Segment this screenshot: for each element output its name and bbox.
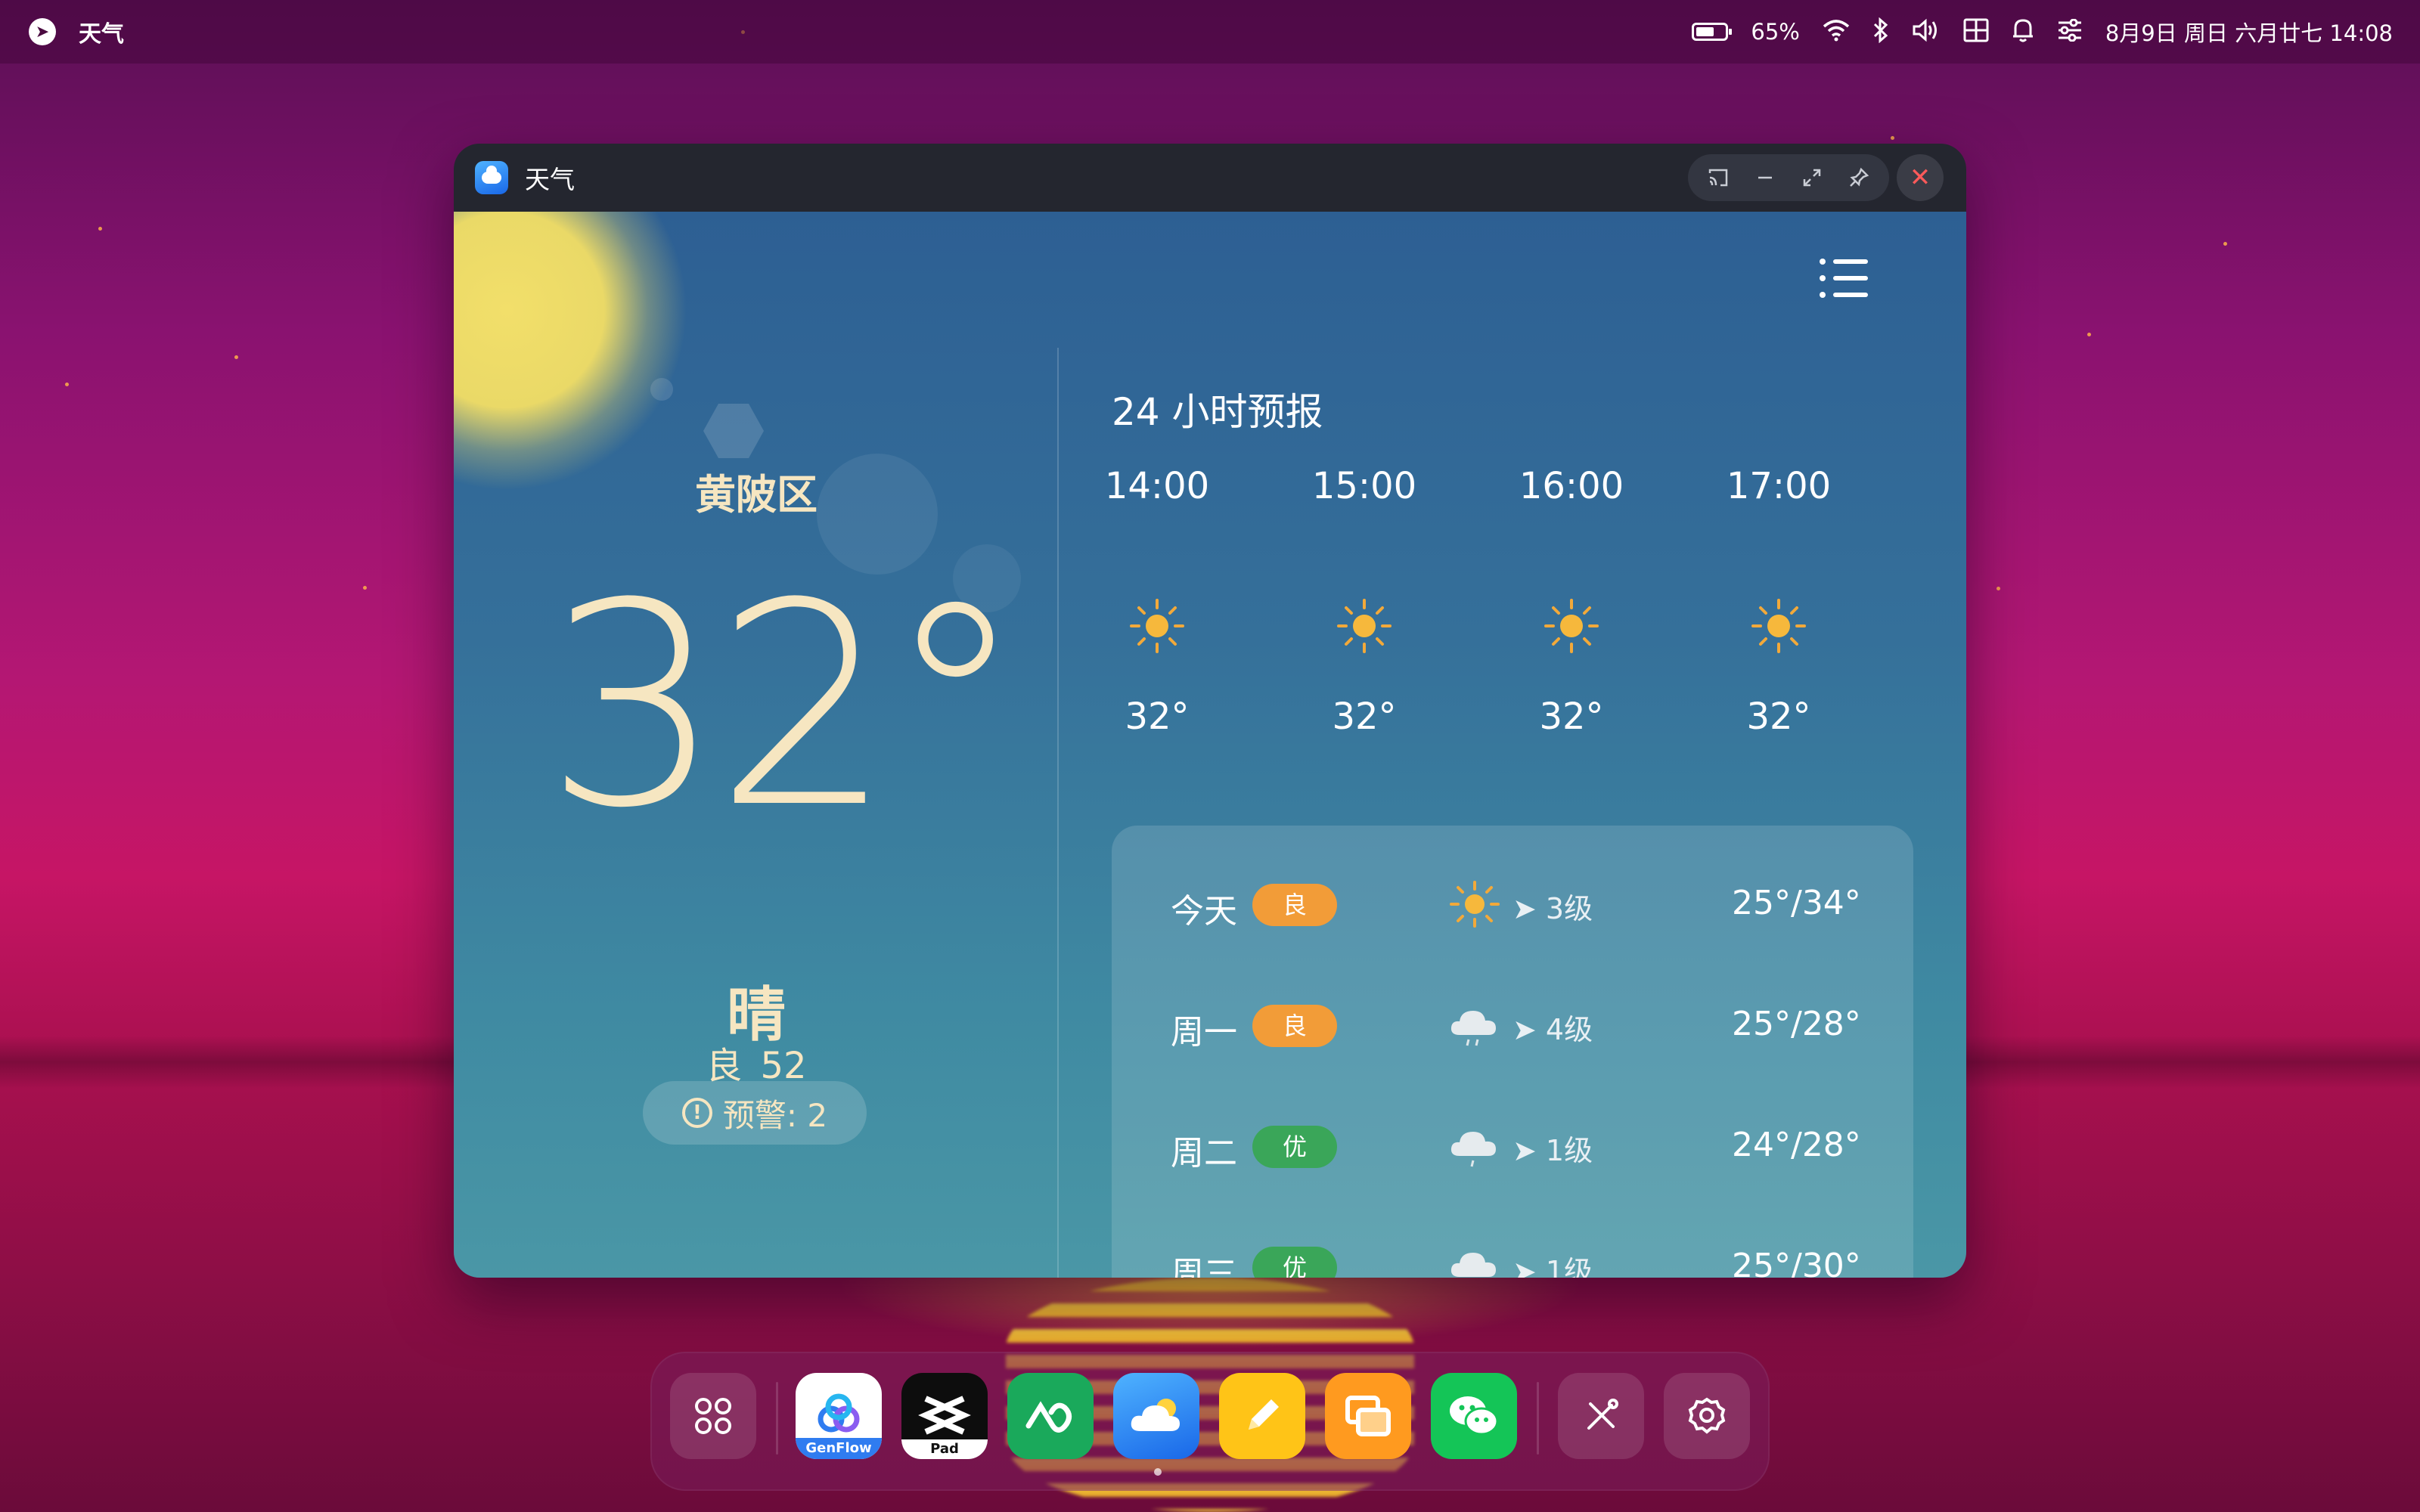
current-weather-panel: 黄陂区 32° 晴 良 52 ! 预警: 2 (454, 212, 1059, 1278)
fullscreen-icon[interactable] (1791, 156, 1833, 199)
panel-divider (1057, 348, 1059, 1278)
day-name: 周三 (1171, 1255, 1237, 1278)
settings-icon[interactable] (1664, 1373, 1750, 1459)
pin-icon[interactable] (1838, 156, 1880, 199)
wifi-icon[interactable] (1823, 19, 1850, 45)
warning-label: 预警: 2 (722, 1096, 828, 1134)
wallpaper-star (2087, 333, 2091, 336)
hour-temp: 32° (1125, 696, 1190, 738)
temp-range: 25°/30° (1732, 1247, 1861, 1278)
slides-app-icon[interactable] (1325, 1373, 1411, 1459)
battery-percent: 65% (1751, 19, 1800, 45)
wechat-app-icon[interactable] (1431, 1373, 1517, 1459)
wind-level: 3级 (1545, 892, 1593, 925)
cloud-rain-icon (1450, 1132, 1496, 1167)
warning-button[interactable]: ! 预警: 2 (643, 1081, 867, 1145)
wallpaper-star (1996, 587, 2000, 590)
sun-icon (1751, 599, 1806, 653)
weather-window: 天气 ✕ 黄陂区 32° 晴 良 52 ! 预警: 2 24 小时预报 14:0… (454, 144, 1966, 1278)
hour-temp: 32° (1746, 696, 1811, 738)
status-datetime[interactable]: 8月9日 周日 六月廿七 14:08 (2105, 16, 2393, 48)
dock-separator (1537, 1382, 1539, 1455)
hour-time: 14:00 (1104, 465, 1210, 507)
control-center-icon[interactable] (2057, 18, 2083, 45)
temp-range: 24°/28° (1732, 1126, 1861, 1164)
daily-row[interactable]: 周三 优 ➤ 1级 25°/30° (1112, 1232, 1913, 1278)
hourly-forecast-title: 24 小时预报 (1112, 390, 1323, 434)
hour-time: 17:00 (1726, 465, 1832, 507)
wallpaper-star (1891, 136, 1894, 140)
minimize-icon[interactable] (1744, 156, 1786, 199)
notes-app-icon[interactable] (1219, 1373, 1305, 1459)
dock: GenFlow Pad (650, 1352, 1770, 1491)
daily-row[interactable]: 周二 优 ➤ 1级 24°/28° (1112, 1111, 1913, 1179)
genflow-label: GenFlow (796, 1438, 882, 1459)
sun-icon (1450, 881, 1500, 928)
window-controls: ✕ (1688, 154, 1944, 201)
hour-temp: 32° (1332, 696, 1397, 738)
weather-app-icon (475, 161, 508, 194)
wind-info: ➤ 3级 (1512, 892, 1593, 925)
wind-level: 1级 (1545, 1134, 1593, 1167)
cloud-rain-icon (1450, 1011, 1496, 1046)
daily-row[interactable]: 今天 良 ➤ 3级 25°/34° (1112, 869, 1913, 937)
bell-icon[interactable] (2012, 17, 2034, 47)
aqi-badge: 良 (1252, 884, 1337, 926)
wallpaper-star (363, 586, 367, 590)
hour-time: 16:00 (1519, 465, 1624, 507)
capcut-pad-app-icon[interactable]: Pad (901, 1373, 988, 1459)
wind-info: ➤ 4级 (1512, 1013, 1593, 1046)
cloud-rain-icon (1450, 1253, 1496, 1277)
active-app-name[interactable]: 天气 (79, 15, 124, 48)
pad-label: Pad (901, 1439, 988, 1459)
window-titlebar[interactable]: 天气 ✕ (454, 144, 1966, 212)
wallpaper-star (98, 227, 102, 231)
hour-temp: 32° (1539, 696, 1604, 738)
wallpaper-star (65, 383, 69, 386)
running-indicator (1154, 1468, 1162, 1476)
genflow-app-icon[interactable]: GenFlow (796, 1373, 882, 1459)
layout-grid-icon[interactable] (1963, 18, 1989, 46)
aqi-badge: 良 (1252, 1005, 1337, 1047)
current-temperature: 32° (544, 544, 1025, 869)
window-title: 天气 (525, 165, 575, 194)
district-name[interactable]: 黄陂区 (454, 461, 1059, 521)
wind-level: 1级 (1545, 1255, 1593, 1278)
aqi-badge: 优 (1252, 1247, 1337, 1278)
wallpaper-star (234, 355, 238, 359)
temp-range: 25°/28° (1732, 1005, 1861, 1043)
dock-separator (776, 1382, 778, 1455)
day-name: 周一 (1171, 1013, 1237, 1052)
volume-icon[interactable] (1912, 18, 1941, 46)
day-name: 周二 (1171, 1134, 1237, 1173)
close-icon[interactable]: ✕ (1897, 154, 1944, 201)
weather-app-icon[interactable] (1113, 1373, 1199, 1459)
wind-level: 4级 (1545, 1013, 1593, 1046)
app-drawer-icon[interactable] (670, 1373, 756, 1459)
wallpaper-star (2223, 242, 2227, 246)
wind-info: ➤ 1级 (1512, 1134, 1593, 1167)
sun-icon (1130, 599, 1184, 653)
hour-time: 15:00 (1311, 465, 1417, 507)
alert-icon: ! (681, 1098, 712, 1128)
sun-icon (1544, 599, 1599, 653)
status-bar: ➤ 天气 65% 8月9日 周日 六月廿七 14:08 (0, 0, 2420, 64)
bluetooth-icon[interactable] (1872, 17, 1889, 47)
wind-info: ➤ 1级 (1512, 1248, 1593, 1278)
aqi-badge: 优 (1252, 1126, 1337, 1168)
tools-icon[interactable] (1558, 1373, 1644, 1459)
day-name: 今天 (1171, 892, 1237, 931)
battery-icon[interactable] (1692, 23, 1733, 41)
sun-icon (1337, 599, 1392, 653)
temp-range: 25°/34° (1732, 884, 1861, 922)
daily-row[interactable]: 周一 良 ➤ 4级 25°/28° (1112, 990, 1913, 1058)
compass-icon[interactable]: ➤ (29, 18, 56, 45)
cast-icon[interactable] (1697, 156, 1739, 199)
daily-forecast-card[interactable]: 今天 良 ➤ 3级 25°/34° 周一 良 ➤ 4级 25°/28° 周二 优… (1112, 826, 1913, 1278)
menu-list-icon[interactable] (1820, 257, 1868, 299)
weather-content: 黄陂区 32° 晴 良 52 ! 预警: 2 24 小时预报 14:00 32° … (454, 212, 1966, 1278)
green-app-icon[interactable] (1007, 1373, 1094, 1459)
